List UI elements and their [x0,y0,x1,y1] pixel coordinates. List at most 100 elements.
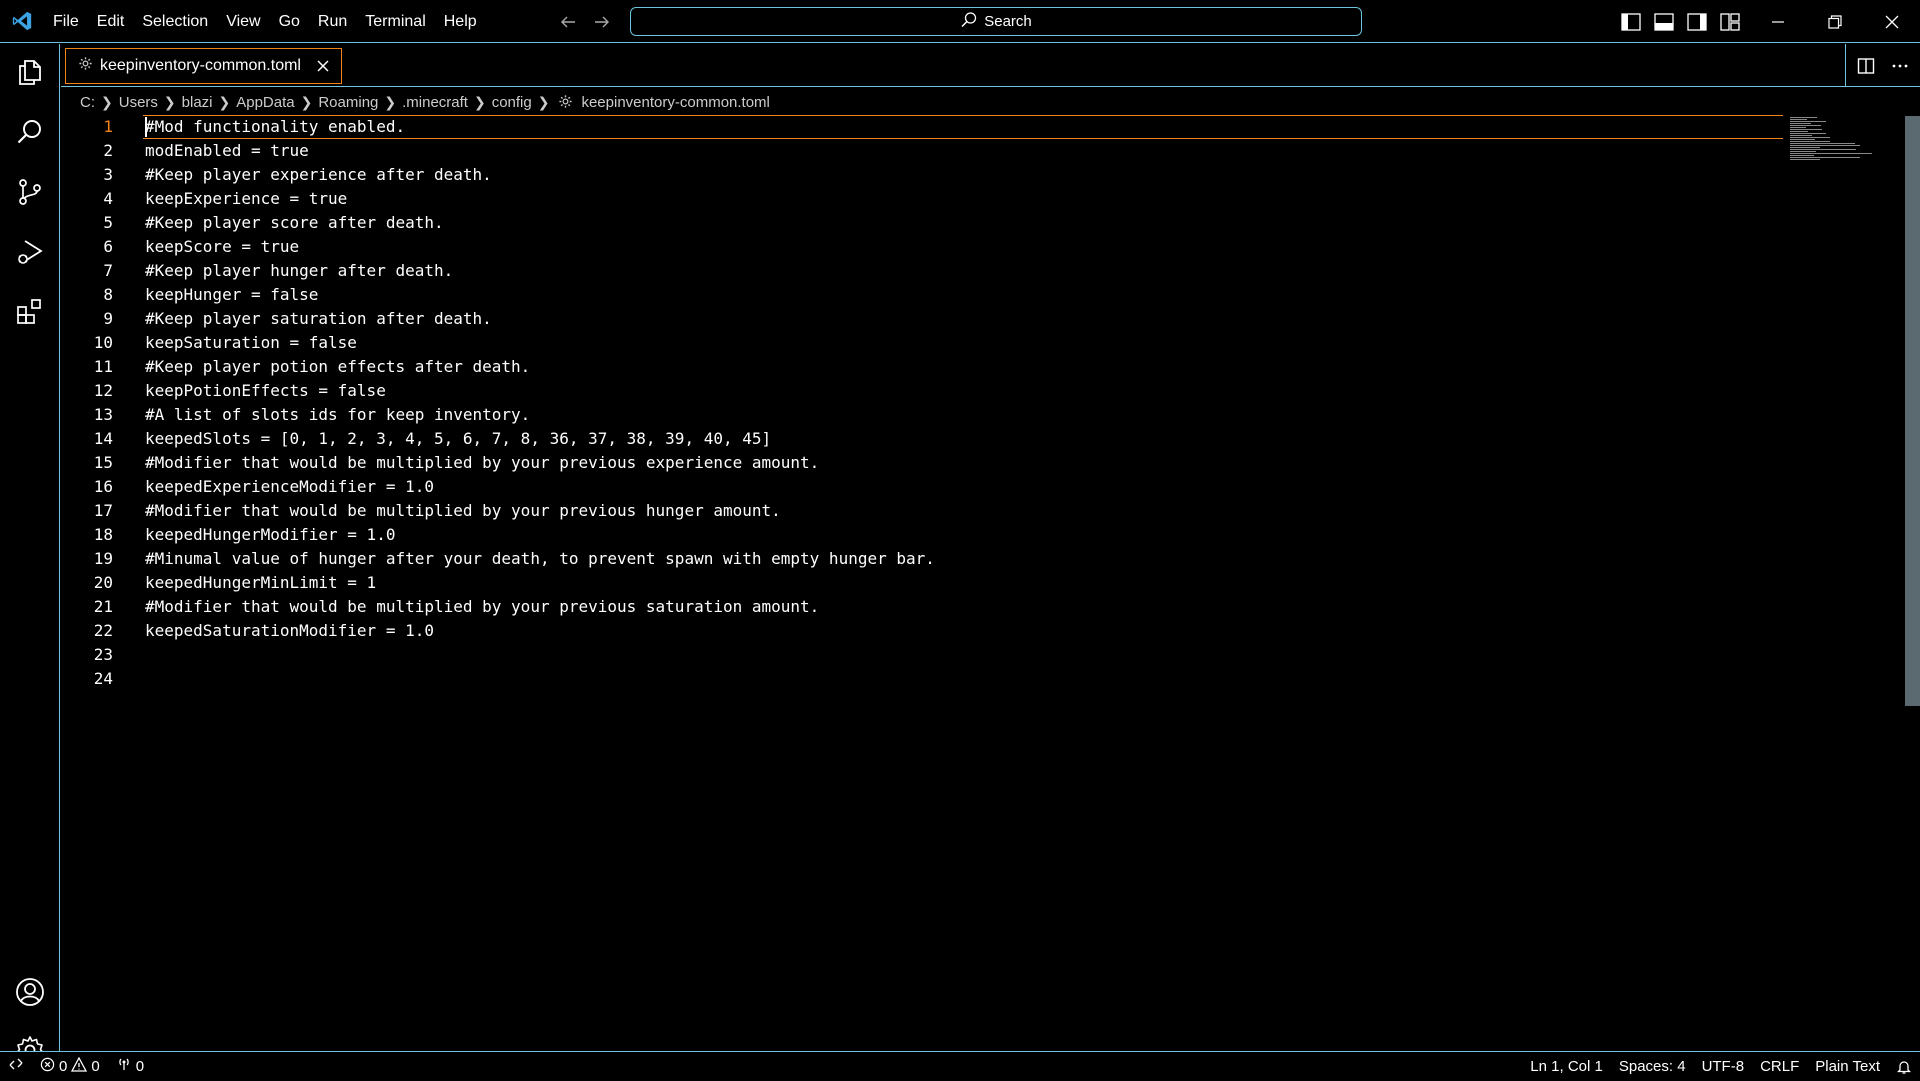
code-line[interactable]: 4 keepExperience = true [61,187,1781,211]
minimap[interactable] [1788,116,1908,166]
code-line[interactable]: 10 keepSaturation = false [61,331,1781,355]
line-number: 11 [93,357,113,376]
toggle-primary-sidebar-icon[interactable] [1620,11,1641,32]
problems-indicator[interactable]: 0 0 [32,1052,108,1081]
code-line[interactable]: 19 #Minumal value of hunger after your de… [61,547,1781,571]
run-and-debug-icon[interactable] [0,224,60,280]
line-text: #Mod functionality enabled. [145,117,406,136]
chevron-right-icon: ❯ [537,93,550,110]
code-line[interactable]: 12 keepPotionEffects = false [61,379,1781,403]
code-line[interactable]: 24 [61,667,1781,691]
code-editor[interactable]: 1 #Mod functionality enabled. 2 modEnabled … [61,115,1905,1051]
cursor-position[interactable]: Ln 1, Col 1 [1522,1052,1611,1081]
breadcrumb-item[interactable]: config [492,94,532,111]
code-line[interactable]: 17 #Modifier that would be multiplied by … [61,499,1781,523]
minimap-line [1790,121,1826,122]
code-line[interactable]: 15 #Modifier that would be multiplied by … [61,451,1781,475]
breadcrumb-item[interactable]: Users [119,94,158,111]
line-text: modEnabled = true [145,141,309,160]
code-line[interactable]: 9 #Keep player saturation after death. [61,307,1781,331]
line-number: 14 [93,429,113,448]
line-number: 18 [93,525,113,544]
minimap-line [1790,153,1872,154]
code-line[interactable]: 14 keepedSlots = [0, 1, 2, 3, 4, 5, 6, 7,… [61,427,1781,451]
source-control-icon[interactable] [0,164,60,220]
extensions-icon[interactable] [0,284,60,340]
menu-help[interactable]: Help [435,0,486,43]
minimap-line [1790,145,1860,146]
close-window-icon[interactable] [1863,0,1920,43]
ports-count: 0 [135,1057,145,1075]
line-text: keepedHungerMinLimit = 1 [145,573,377,592]
toggle-panel-icon[interactable] [1653,11,1674,32]
line-number: 10 [93,333,113,352]
menu-view[interactable]: View [217,0,269,43]
error-count: 0 [59,1057,68,1075]
restore-icon[interactable] [1806,0,1863,43]
code-line[interactable]: 3 #Keep player experience after death. [61,163,1781,187]
more-actions-icon[interactable] [1890,56,1910,76]
forward-arrow-icon[interactable] [592,12,612,32]
menu-go[interactable]: Go [270,0,309,43]
line-number: 4 [103,189,113,208]
command-center-search[interactable]: Search [630,7,1362,36]
breadcrumb-item[interactable]: blazi [182,94,213,111]
line-text: keepHunger = false [145,285,319,304]
navigation-arrows [558,0,612,43]
search-view-icon[interactable] [0,104,60,160]
code-line[interactable]: 2 modEnabled = true [61,139,1781,163]
close-tab-icon[interactable] [313,56,333,76]
ports-indicator[interactable]: 0 [108,1052,152,1081]
explorer-icon[interactable] [0,44,60,100]
breadcrumb-item[interactable]: AppData [236,94,294,111]
menu-file[interactable]: File [44,0,88,43]
code-line[interactable]: 5 #Keep player score after death. [61,211,1781,235]
minimize-icon[interactable] [1749,0,1806,43]
line-text: keepExperience = true [145,189,348,208]
toggle-secondary-sidebar-icon[interactable] [1686,11,1707,32]
code-line[interactable]: 8 keepHunger = false [61,283,1781,307]
code-line[interactable]: 7 #Keep player hunger after death. [61,259,1781,283]
code-line[interactable]: 1 #Mod functionality enabled. [61,115,1783,139]
code-line[interactable]: 23 [61,643,1781,667]
code-line[interactable]: 20 keepedHungerMinLimit = 1 [61,571,1781,595]
remote-indicator[interactable] [0,1052,32,1081]
minimap-line [1790,117,1817,118]
indentation[interactable]: Spaces: 4 [1611,1052,1694,1081]
code-line[interactable]: 16 keepedExperienceModifier = 1.0 [61,475,1781,499]
status-bar: 0 0 0 Ln 1, Col 1 Spaces: 4 UTF-8 CRLF P… [0,1051,1920,1080]
line-text: keepedSaturationModifier = 1.0 [145,621,434,640]
end-of-line[interactable]: CRLF [1752,1052,1807,1081]
minimap-line [1790,127,1806,128]
line-number: 6 [103,237,113,256]
code-line[interactable]: 6 keepScore = true [61,235,1781,259]
search-label: Search [984,13,1032,30]
tab-keepinventory-common[interactable]: keepinventory-common.toml [65,48,342,84]
minimap-line [1790,125,1821,126]
breadcrumb: C: ❯ Users ❯ blazi ❯ AppData ❯ Roaming ❯… [80,90,770,114]
vertical-scrollbar[interactable] [1905,116,1920,1051]
scrollbar-thumb[interactable] [1905,116,1920,706]
encoding[interactable]: UTF-8 [1694,1052,1753,1081]
menu-selection[interactable]: Selection [133,0,217,43]
notifications-bell-icon[interactable] [1888,1052,1920,1081]
code-line[interactable]: 13 #A list of slots ids for keep inventor… [61,403,1781,427]
menu-terminal[interactable]: Terminal [356,0,434,43]
code-line[interactable]: 21 #Modifier that would be multiplied by … [61,595,1781,619]
menu-edit[interactable]: Edit [88,0,134,43]
back-arrow-icon[interactable] [558,12,578,32]
breadcrumb-item[interactable]: keepinventory-common.toml [581,94,769,111]
breadcrumb-item[interactable]: .minecraft [402,94,468,111]
line-text: keepedHungerModifier = 1.0 [145,525,396,544]
breadcrumb-item[interactable]: Roaming [318,94,378,111]
language-mode[interactable]: Plain Text [1807,1052,1888,1081]
menu-run[interactable]: Run [309,0,356,43]
breadcrumb-item[interactable]: C: [80,94,95,111]
split-editor-icon[interactable] [1856,56,1876,76]
code-line[interactable]: 22 keepedSaturationModifier = 1.0 [61,619,1781,643]
code-line[interactable]: 11 #Keep player potion effects after deat… [61,355,1781,379]
code-line[interactable]: 18 keepedHungerModifier = 1.0 [61,523,1781,547]
chevron-right-icon: ❯ [101,93,113,110]
accounts-icon[interactable] [0,964,60,1020]
customize-layout-icon[interactable] [1719,11,1740,32]
